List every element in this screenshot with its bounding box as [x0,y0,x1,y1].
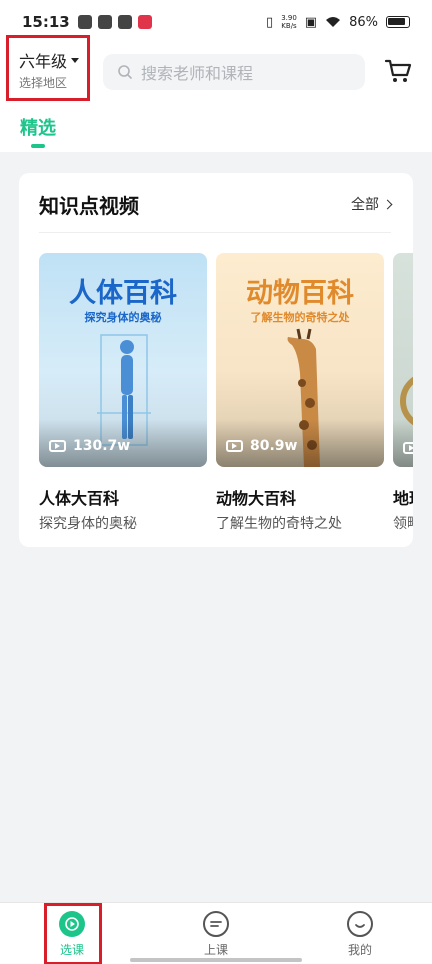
tab-featured[interactable]: 精选 [20,114,56,140]
top-bar: 六年级 选择地区 搜索老师和课程 [0,35,432,104]
video-item[interactable]: 地理 领略 [393,253,413,533]
wifi-icon [326,17,341,27]
chevron-right-icon [382,199,393,209]
video-play-icon [226,440,243,452]
view-count: 130.7w [49,438,130,454]
status-right: ▯ 3.90 KB/s ▣ 86% [266,14,410,30]
bottom-nav: 选课 上课 我的 [0,902,432,964]
video-item[interactable]: 动物百科 了解生物的奇特之处 80.9w 动物大百科 了解生物的奇特之处 [216,253,384,533]
video-title: 动物大百科 [216,489,297,508]
play-circle-icon [59,911,85,937]
video-thumbnail: 人体百科 探究身体的奥秘 130.7w [39,253,207,467]
view-count-value: 80.9w [250,438,298,454]
net-speed-value: 3.90 [281,14,297,22]
app-notification-icon [97,15,112,29]
region-label: 选择地区 [19,76,68,90]
video-thumbnail [393,253,413,467]
view-count-value: 130.7w [73,438,131,454]
video-title: 人体大百科 [39,489,120,508]
status-time: 15:13 [22,13,70,31]
vibrate-icon: ▯ [266,14,274,30]
video-title: 地理 [393,489,413,508]
chat-lines-icon [203,911,229,937]
app-notification-icon [137,15,152,29]
video-thumbnail: 动物百科 了解生物的奇特之处 80.9w [216,253,384,467]
nav-label: 选课 [59,943,84,957]
network-speed: 3.90 KB/s [281,14,297,30]
nav-label: 我的 [347,943,372,957]
caret-down-icon [71,57,80,63]
divider [39,232,391,233]
battery-icon [386,16,410,28]
grade-label: 六年级 [19,52,68,71]
view-count [403,442,413,454]
home-indicator[interactable] [130,958,302,962]
net-speed-unit: KB/s [281,22,297,30]
smiley-icon [347,911,373,937]
see-all-label: 全部 [351,197,379,213]
video-description: 了解生物的奇特之处 [216,516,342,532]
video-item[interactable]: 人体百科 探究身体的奥秘 130.7w 人体大百科 探究身体的奥秘 [39,253,207,533]
section-title: 知识点视频 [39,194,139,218]
view-count: 80.9w [226,438,297,454]
search-placeholder: 搜索老师和课程 [141,64,254,83]
cart-icon[interactable] [384,58,412,84]
video-play-icon [403,442,413,454]
video-description: 探究身体的奥秘 [39,516,137,532]
video-description: 领略 [393,516,413,532]
tab-bar: 精选 [0,104,432,152]
notification-icons [77,15,152,29]
battery-percent: 86% [349,14,378,30]
nav-item-select-course[interactable]: 选课 [42,911,102,958]
grade-selector[interactable]: 六年级 选择地区 [6,35,90,101]
tab-indicator [31,144,45,148]
app-notification-icon [77,15,92,29]
search-input[interactable]: 搜索老师和课程 [103,54,365,90]
nav-label: 上课 [203,943,228,957]
see-all-link[interactable]: 全部 [351,194,393,214]
sim-icon: ▣ [304,14,318,30]
knowledge-video-card: 知识点视频 全部 人体百科 探究身体的奥秘 130.7w 人体大百科 探究身体的… [19,173,413,547]
search-icon [118,65,132,79]
video-play-icon [49,440,66,452]
nav-item-class[interactable]: 上课 [186,911,246,958]
paw-notification-icon [117,15,132,29]
nav-item-mine[interactable]: 我的 [330,911,390,958]
